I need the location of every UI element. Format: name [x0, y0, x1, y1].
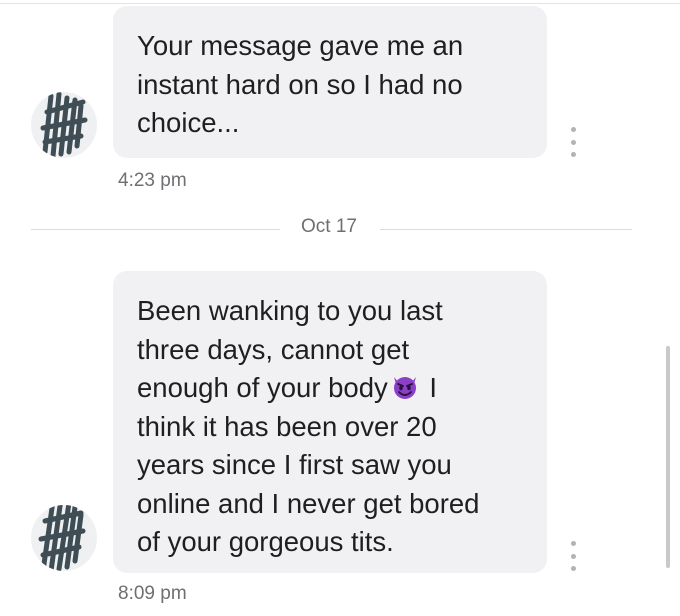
message-text: Your message gave me an instant hard on …	[137, 30, 464, 138]
more-dot-icon	[570, 127, 576, 132]
smiling-devil-emoji-icon	[393, 377, 416, 399]
message-options-button[interactable]	[568, 541, 578, 571]
more-dot-icon	[570, 152, 576, 157]
message-options-button[interactable]	[568, 127, 578, 157]
redacted-scribble-icon	[38, 505, 86, 571]
sender-avatar[interactable]	[31, 505, 97, 571]
message-bubble[interactable]: Your message gave me an instant hard on …	[113, 6, 547, 158]
top-divider	[0, 3, 680, 4]
message-bubble[interactable]: Been wanking to you last three days, can…	[113, 271, 547, 573]
message-timestamp: 8:09 pm	[118, 583, 187, 604]
scrollbar[interactable]	[666, 346, 670, 568]
sender-avatar[interactable]	[31, 92, 97, 158]
message-timestamp: 4:23 pm	[118, 170, 187, 191]
date-divider-line-left	[31, 229, 280, 230]
date-divider-line-right	[380, 229, 632, 230]
date-separator-label: Oct 17	[301, 216, 357, 237]
more-dot-icon	[570, 553, 576, 559]
more-dot-icon	[570, 566, 576, 571]
message-text: Been wanking to you last three days, can…	[137, 292, 525, 562]
more-dot-icon	[570, 541, 576, 546]
redacted-scribble-icon	[40, 92, 88, 158]
more-dot-icon	[570, 139, 576, 145]
